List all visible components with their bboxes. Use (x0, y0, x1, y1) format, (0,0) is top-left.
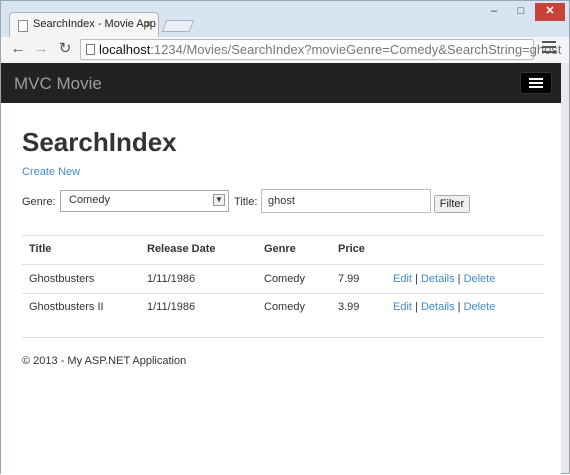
action-separator: | (415, 273, 418, 285)
cell-release-date: 1/11/1986 (147, 273, 196, 285)
address-bar[interactable]: localhost:1234/Movies/SearchIndex?movieG… (80, 39, 562, 60)
details-link[interactable]: Details (421, 301, 455, 313)
url-text: localhost:1234/Movies/SearchIndex?movieG… (99, 42, 562, 57)
column-header-release-date: Release Date (147, 243, 216, 255)
chevron-down-icon: ▼ (213, 194, 225, 206)
browser-toolbar: ← → ↻ localhost:1234/Movies/SearchIndex?… (1, 37, 569, 64)
action-separator: | (457, 301, 461, 313)
title-label: Title: (234, 196, 258, 208)
cell-title: Ghostbusters (29, 273, 95, 285)
cell-release-date: 1/11/1986 (147, 301, 196, 313)
footer-text: © 2013 - My ASP.NET Application (22, 355, 187, 367)
genre-label: Genre: (22, 196, 56, 208)
forward-arrow-icon[interactable]: → (32, 40, 50, 58)
navbar-brand[interactable]: MVC Movie (14, 74, 102, 94)
details-link[interactable]: Details (421, 273, 455, 285)
title-search-input[interactable] (261, 189, 431, 213)
action-separator: | (415, 301, 418, 313)
genre-select[interactable]: Comedy ▼ (60, 190, 229, 212)
page-title: SearchIndex (22, 127, 177, 157)
url-path: :1234/Movies/SearchIndex?movieGenre=Come… (150, 42, 562, 57)
cell-title: Ghostbusters II (29, 301, 104, 313)
cell-genre: Comedy (264, 301, 305, 313)
browser-tab[interactable]: SearchIndex - Movie App × (9, 12, 159, 37)
maximize-button[interactable]: □ (508, 3, 534, 21)
edit-link[interactable]: Edit (393, 273, 412, 285)
reload-icon[interactable]: ↻ (56, 40, 74, 58)
edit-link[interactable]: Edit (393, 301, 412, 313)
table-top-border (22, 235, 544, 236)
column-header-title: Title (29, 243, 52, 255)
url-host: localhost (99, 42, 151, 57)
column-header-genre: Genre (264, 243, 296, 255)
row-actions: Edit | Details | Delete (393, 301, 495, 313)
create-new-link[interactable]: Create New (22, 166, 80, 178)
site-navbar: MVC Movie (1, 63, 561, 103)
close-window-button[interactable]: ✕ (535, 3, 565, 21)
browser-window: SearchIndex - Movie App × – □ ✕ ← → ↻ lo… (0, 0, 570, 475)
browser-menu-icon[interactable] (542, 41, 556, 57)
filter-button[interactable]: Filter (434, 195, 470, 213)
page-icon (86, 44, 95, 55)
back-arrow-icon[interactable]: ← (9, 40, 27, 58)
row-divider (22, 293, 544, 294)
page-content: SearchIndex Create New Genre: Comedy ▼ T… (1, 103, 561, 475)
row-actions: Edit | Details | Delete (393, 273, 495, 285)
minimize-button[interactable]: – (481, 3, 507, 21)
page-favicon-icon (18, 20, 28, 32)
cell-price: 7.99 (338, 273, 360, 285)
column-header-price: Price (338, 243, 365, 255)
delete-link[interactable]: Delete (464, 301, 496, 313)
cell-genre: Comedy (264, 273, 305, 285)
action-separator: | (457, 273, 461, 285)
title-bar: SearchIndex - Movie App × – □ ✕ (1, 1, 569, 37)
tab-close-icon[interactable]: × (145, 17, 152, 31)
navbar-toggle-icon[interactable] (520, 72, 552, 94)
delete-link[interactable]: Delete (464, 273, 496, 285)
tab-title: SearchIndex - Movie App (33, 18, 156, 30)
footer-divider (22, 337, 544, 338)
cell-price: 3.99 (338, 301, 360, 313)
vertical-scrollbar[interactable] (561, 63, 569, 473)
table-header-border (22, 264, 544, 265)
genre-selected-value: Comedy (69, 194, 110, 206)
new-tab-button[interactable] (161, 20, 195, 32)
